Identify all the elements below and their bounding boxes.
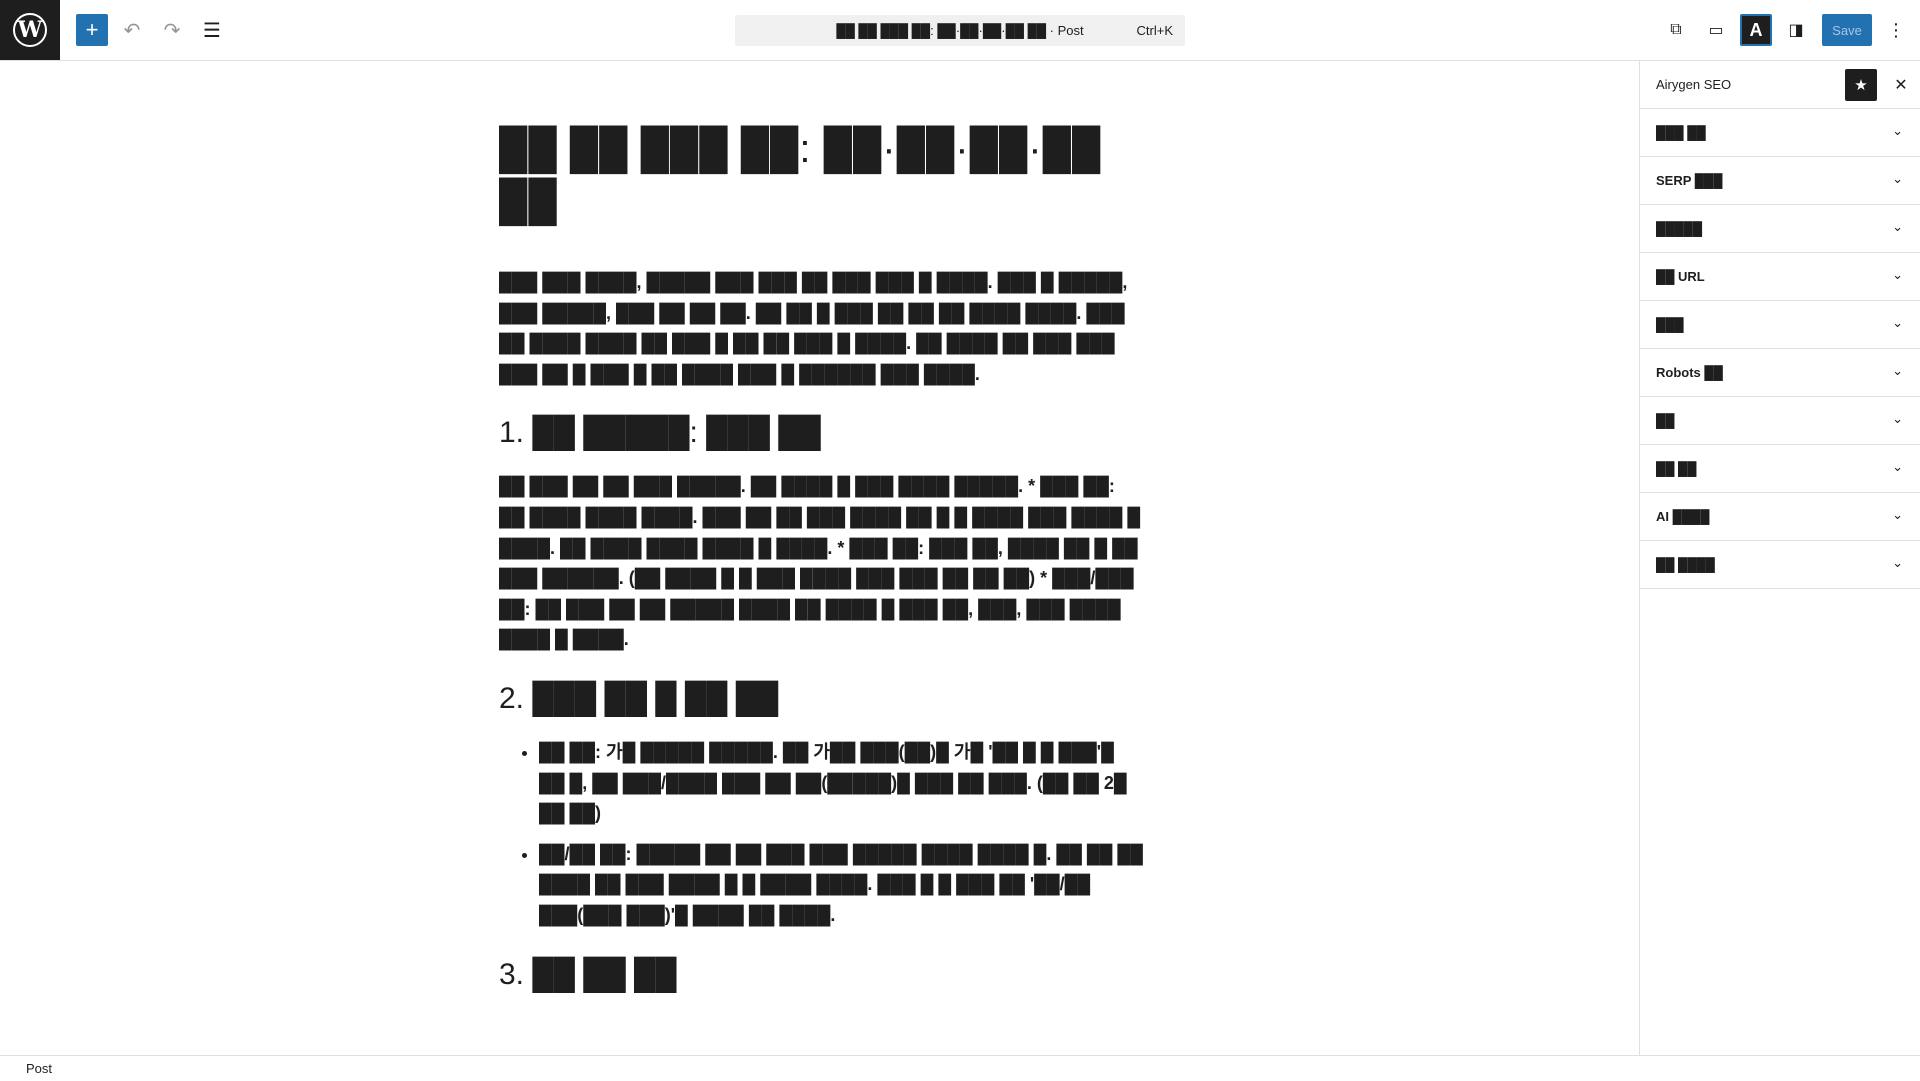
panel-label: Robots ██ [1656, 365, 1723, 380]
save-button[interactable]: Save [1822, 14, 1872, 46]
panel-0[interactable]: ███ ██ ⌄ [1640, 109, 1920, 157]
view-post-button[interactable]: ⧉ [1660, 14, 1692, 46]
chevron-down-icon: ⌄ [1892, 123, 1903, 138]
chevron-down-icon: ⌄ [1892, 363, 1903, 378]
airygen-seo-sidebar: Airygen SEO ★ ✕ ███ ██ ⌄ SERP ███ ⌄ ████… [1639, 61, 1920, 1055]
panel-5[interactable]: Robots ██ ⌄ [1640, 349, 1920, 397]
airygen-seo-button[interactable]: A [1740, 14, 1772, 46]
chevron-down-icon: ⌄ [1892, 171, 1903, 186]
list-item[interactable]: ██ ██: 가█ █████ █████. ██ 가██ ███(██)█ 가… [539, 737, 1143, 829]
document-overview-button[interactable]: ☰ [196, 14, 228, 46]
wordpress-icon: W [13, 13, 47, 47]
panel-label: ███ ██ [1656, 125, 1706, 140]
post-content: ██ ██ ███ ██: ██·██·██·██ ██ ███ ███ ███… [499, 123, 1143, 1013]
panel-7[interactable]: ██ ██ ⌄ [1640, 445, 1920, 493]
panel-label: █████ [1656, 221, 1703, 236]
editor-canvas: ██ ██ ███ ██: ██·██·██·██ ██ ███ ███ ███… [0, 61, 1638, 1055]
chevron-down-icon: ⌄ [1892, 219, 1903, 234]
editor-header: W + ↶ ↷ ☰ ██ ██ ███ ██: ██·██·██·██ ██ ·… [0, 0, 1920, 61]
heading-block[interactable]: 2. ███ ██ █ ██ ██ [499, 679, 1143, 719]
chevron-down-icon: ⌄ [1892, 411, 1903, 426]
panel-9[interactable]: ██ ████ ⌄ [1640, 541, 1920, 589]
panel-3[interactable]: ██ URL ⌄ [1640, 253, 1920, 301]
panel-8[interactable]: AI ████ ⌄ [1640, 493, 1920, 541]
list-item[interactable]: ██/██ ██: █████ ██ ██ ███ ███ █████ ████… [539, 839, 1143, 931]
panel-label: ███ [1656, 317, 1684, 332]
undo-button[interactable]: ↶ [116, 14, 148, 46]
panel-label: ██ ██ [1656, 461, 1697, 476]
add-block-button[interactable]: + [76, 14, 108, 46]
heading-block[interactable]: 3. ██ ██ ██ [499, 955, 1143, 995]
chevron-down-icon: ⌄ [1892, 267, 1903, 282]
sidebar-header: Airygen SEO ★ ✕ [1640, 61, 1920, 109]
panel-2[interactable]: █████ ⌄ [1640, 205, 1920, 253]
close-icon[interactable]: ✕ [1885, 69, 1917, 101]
panel-label: SERP ███ [1656, 173, 1723, 188]
command-shortcut: Ctrl+K [1136, 23, 1173, 38]
device-preview-button[interactable]: ▭ [1700, 14, 1732, 46]
panel-1[interactable]: SERP ███ ⌄ [1640, 157, 1920, 205]
redo-button[interactable]: ↷ [156, 14, 188, 46]
chevron-down-icon: ⌄ [1892, 315, 1903, 330]
chevron-down-icon: ⌄ [1892, 507, 1903, 522]
editor-footer: Post [0, 1055, 1920, 1081]
panel-label: ██ [1656, 413, 1675, 428]
panel-label: ██ URL [1656, 269, 1705, 284]
sidebar-title: Airygen SEO [1656, 77, 1732, 92]
panel-label: ██ ████ [1656, 557, 1715, 572]
chevron-down-icon: ⌄ [1892, 555, 1903, 570]
options-menu-button[interactable]: ⋮ [1880, 14, 1912, 46]
pin-star-icon[interactable]: ★ [1845, 69, 1877, 101]
panel-4[interactable]: ███ ⌄ [1640, 301, 1920, 349]
command-palette-bar[interactable]: ██ ██ ███ ██: ██·██·██·██ ██ · Post Ctrl… [735, 15, 1185, 46]
panel-label: AI ████ [1656, 509, 1710, 524]
paragraph-block[interactable]: ███ ███ ████, █████ ███ ███ ██ ███ ███ █… [499, 267, 1143, 389]
post-title[interactable]: ██ ██ ███ ██: ██·██·██·██ ██ [499, 123, 1143, 227]
block-breadcrumb[interactable]: Post [26, 1061, 52, 1076]
list-block[interactable]: ██ ██: 가█ █████ █████. ██ 가██ ███(██)█ 가… [499, 737, 1143, 931]
heading-block[interactable]: 1. ██ █████: ███ ██ [499, 413, 1143, 453]
document-title: ██ ██ ███ ██: ██·██·██·██ ██ · Post [836, 23, 1084, 38]
chevron-down-icon: ⌄ [1892, 459, 1903, 474]
paragraph-block[interactable]: ██ ███ ██ ██ ███ █████. ██ ████ █ ███ ██… [499, 471, 1143, 655]
wordpress-logo-button[interactable]: W [0, 0, 60, 60]
panel-6[interactable]: ██ ⌄ [1640, 397, 1920, 445]
settings-sidebar-button[interactable]: ◨ [1780, 14, 1812, 46]
